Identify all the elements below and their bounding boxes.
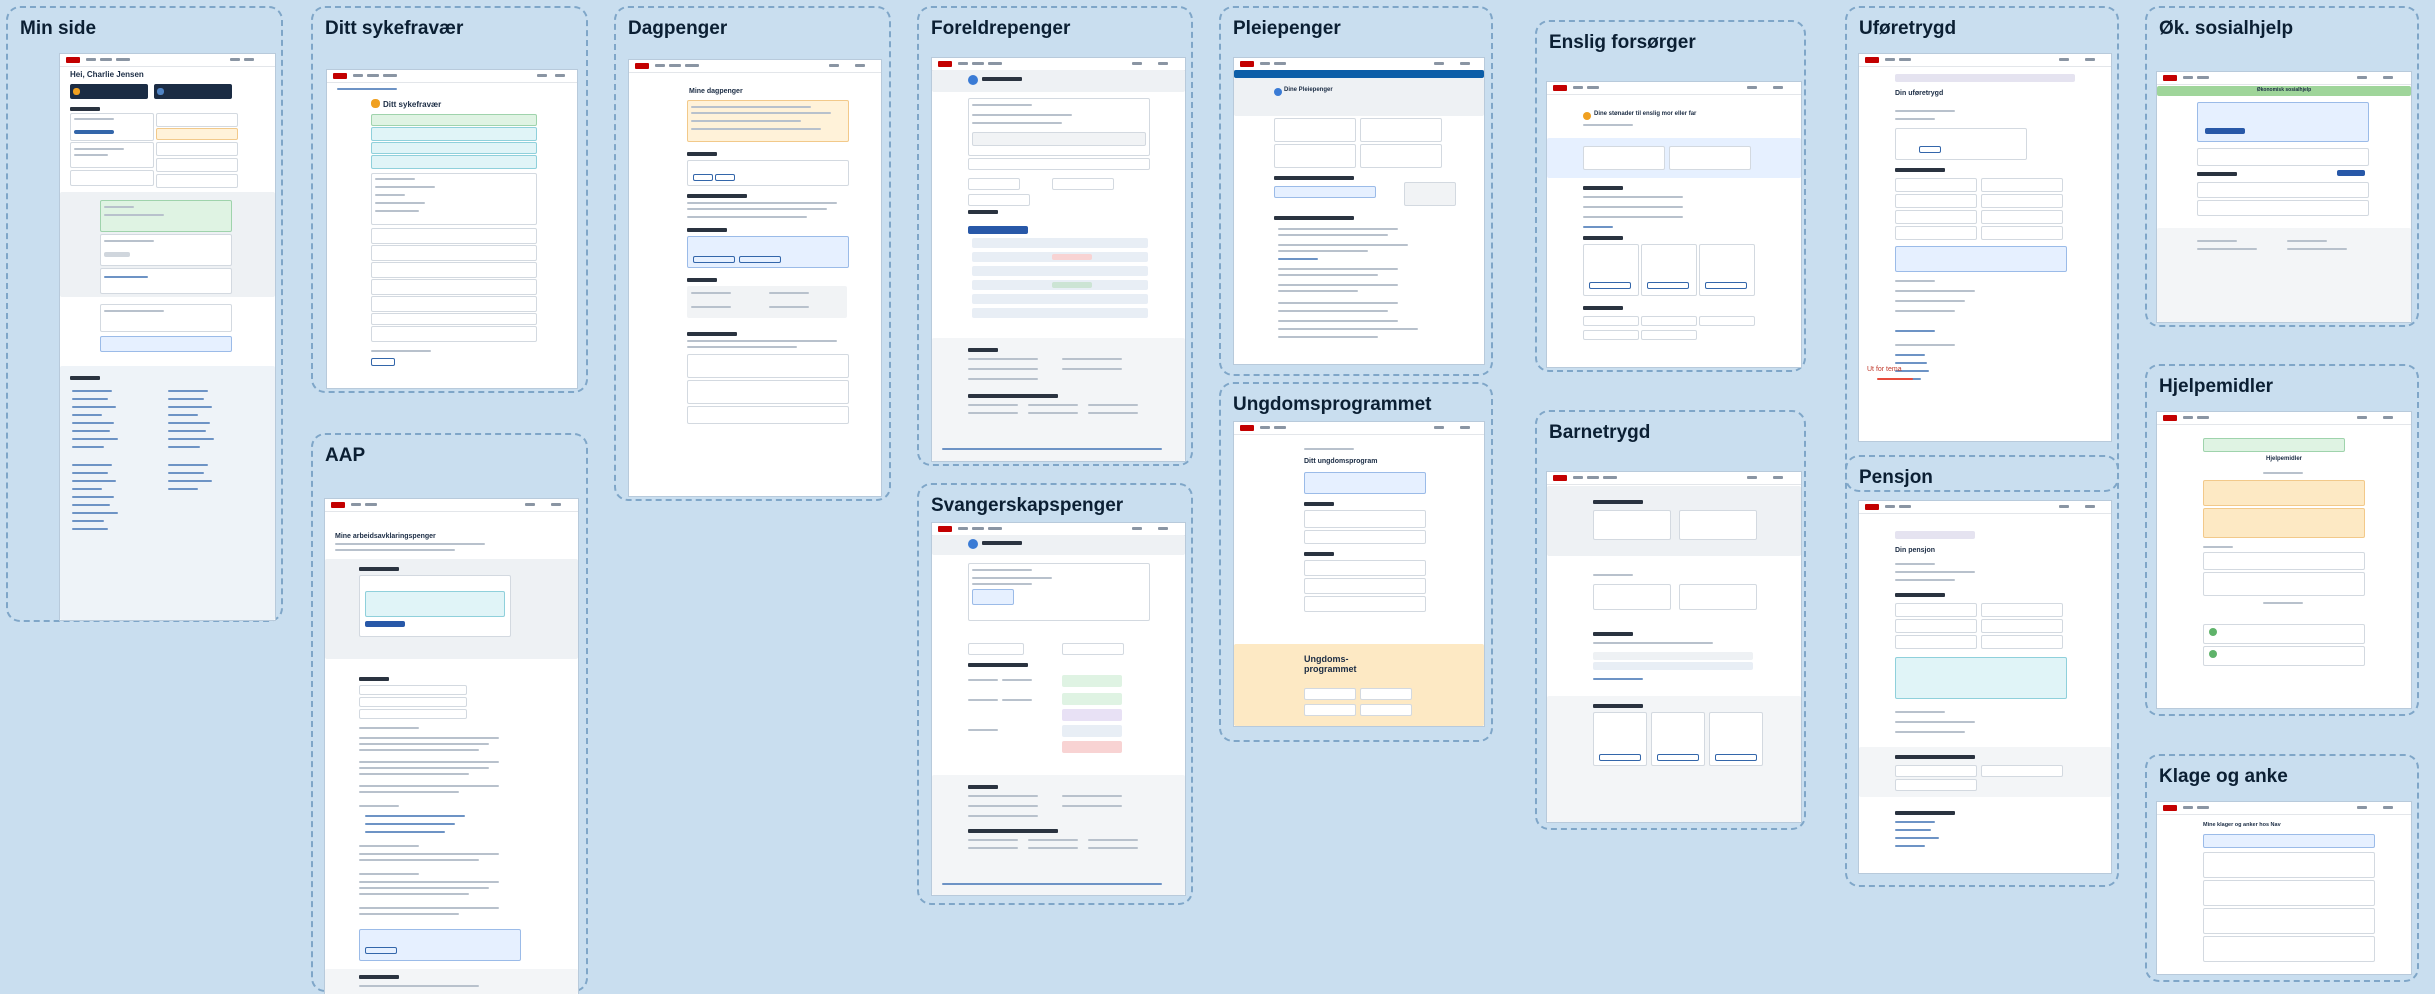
nav-logo-icon [2163,75,2177,81]
nav-logo-icon [938,61,952,67]
section-min-side: Min side Hei, Charlie Jensen [6,6,283,622]
section-ditt-sykefravaer: Ditt sykefravær Ditt sykefravær [311,6,588,393]
section-enslig-forsorger: Enslig forsørger Dine stønader til ensli… [1535,20,1806,372]
section-foreldrepenger: Foreldrepenger [917,6,1193,466]
page-title: Ditt sykefravær [383,100,442,109]
page-title: Ditt ungdomsprogram [1304,458,1378,465]
list-item[interactable] [371,326,537,342]
site-header [60,54,275,67]
callout-arrow [1877,378,1913,380]
nav-logo-icon [1240,425,1254,431]
nav-logo-icon [1553,85,1567,91]
nav-logo-icon [635,63,649,69]
section-ok-sosialhjelp: Øk. sosialhjelp Økonomisk sosialhjelp [2145,6,2419,327]
page-title: Mine klager og anker hos Nav [2203,822,2281,828]
section-title: Øk. sosialhjelp [2159,18,2294,39]
section-title: Uføretrygd [1859,18,1957,39]
screenshot-sosialhjelp: Økonomisk sosialhjelp [2157,72,2411,322]
nav-logo-icon [1865,57,1879,63]
nav-logo-icon [333,73,347,79]
section-pleiepenger: Pleiepenger Dine Pleiepenger [1219,6,1493,376]
section-title: Hjelpemidler [2159,376,2274,397]
list-item[interactable] [371,313,537,325]
section-pensjon: Pensjon Din pensjon [1845,455,2119,887]
screenshot-pensjon: Din pensjon [1859,501,2111,873]
screenshot-sykefravaer: Ditt sykefravær [327,70,577,388]
section-title: Min side [20,18,97,39]
list-item[interactable] [2203,908,2375,934]
section-uforetrygd: Uføretrygd Din uføretrygd Ut for tema [1845,6,2119,492]
screenshot-min-side: Hei, Charlie Jensen [60,54,275,620]
page-title: Din uføretrygd [1895,90,1944,97]
list-item[interactable] [371,228,537,244]
list-item[interactable] [371,279,537,295]
section-klage-og-anke: Klage og anke Mine klager og anker hos N… [2145,754,2419,982]
section-title: Klage og anke [2159,766,2288,787]
screenshot-svangerskapspenger [932,523,1185,895]
section-title: Dagpenger [628,18,728,39]
screenshot-pleiepenger: Dine Pleiepenger [1234,58,1484,364]
nav-logo-icon [66,57,80,63]
section-aap: AAP Mine arbeidsavklaringspenger [311,433,588,994]
card-dark-1[interactable] [70,84,148,99]
nav-logo-icon [2163,805,2177,811]
section-barnetrygd: Barnetrygd [1535,410,1806,830]
nav-logo-icon [1553,475,1567,481]
section-svangerskapspenger: Svangerskapspenger [917,483,1193,905]
nav-logo-icon [2163,415,2177,421]
screenshot-hjelpemidler: Hjelpemidler [2157,412,2411,708]
screenshot-klage-og-anke: Mine klager og anker hos Nav [2157,802,2411,974]
footer [60,366,275,620]
page-title: Din pensjon [1895,547,1936,554]
list-item[interactable] [371,296,537,312]
screenshot-barnetrygd [1547,472,1801,822]
section-title: Barnetrygd [1549,422,1651,443]
nav-logo-icon [938,526,952,532]
page-title: Hjelpemidler [2265,456,2302,462]
list-item[interactable] [371,262,537,278]
callout-label: Ut for tema [1867,366,1902,373]
list-item[interactable] [2203,880,2375,906]
list-item[interactable] [2203,852,2375,878]
page-title: Hei, Charlie Jensen [70,70,144,79]
screenshot-aap: Mine arbeidsavklaringspenger [325,499,578,994]
program-banner: Ungdoms-programmet [1304,654,1357,674]
section-ungdomsprogrammet: Ungdomsprogrammet Ditt ungdomsprogram Un… [1219,382,1493,742]
section-title: Ungdomsprogrammet [1233,394,1432,415]
nav-logo-icon [331,502,345,508]
nav-logo-icon [1865,504,1879,510]
page-title: Mine dagpenger [689,88,743,95]
page-title: Dine stønader til enslig mor eller far [1594,111,1697,117]
screenshot-dagpenger: Mine dagpenger [629,60,881,496]
section-hjelpemidler: Hjelpemidler Hjelpemidler [2145,364,2419,716]
screenshot-foreldrepenger [932,58,1185,461]
section-title: Svangerskapspenger [931,495,1124,516]
page-title: Mine arbeidsavklaringspenger [335,533,436,540]
page-title: Dine Pleiepenger [1284,87,1333,93]
section-title: AAP [325,445,366,466]
nav-logo-icon [1240,61,1254,67]
list-item[interactable] [371,245,537,261]
screenshot-uforetrygd: Din uføretrygd [1859,54,2111,441]
page-banner: Økonomisk sosialhjelp [2256,87,2312,93]
section-title: Pensjon [1859,467,1933,488]
section-dagpenger: Dagpenger Mine dagpenger [614,6,891,501]
screenshot-ungdomsprogrammet: Ditt ungdomsprogram Ungdoms-programmet [1234,422,1484,726]
card-dark-2[interactable] [154,84,232,99]
section-title: Enslig forsørger [1549,32,1696,53]
screenshot-enslig-forsorger: Dine stønader til enslig mor eller far [1547,82,1801,367]
list-item[interactable] [2203,936,2375,962]
section-title: Foreldrepenger [931,18,1071,39]
section-title: Pleiepenger [1233,18,1341,39]
section-title: Ditt sykefravær [325,18,464,39]
